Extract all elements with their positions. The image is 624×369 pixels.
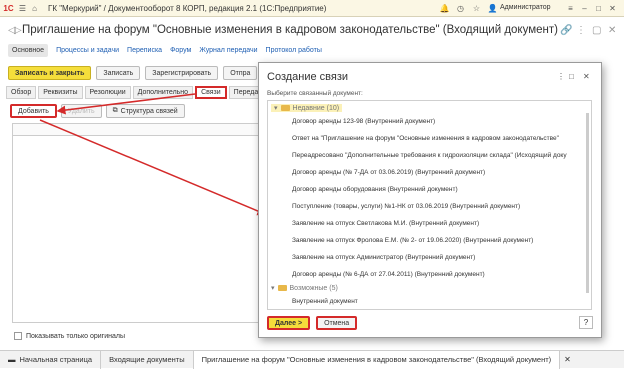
- dialog-more-icon[interactable]: ⋮: [557, 72, 565, 81]
- dialog-hint: Выберите связанный документ:: [267, 90, 363, 97]
- list-item[interactable]: Внутренний документ: [292, 298, 358, 305]
- list-item[interactable]: Ответ на "Приглашение на форум "Основные…: [292, 135, 559, 142]
- group-possible-label: Возможные (5): [289, 284, 338, 292]
- folder-icon: [277, 285, 287, 291]
- dialog-maximize-icon[interactable]: □: [569, 72, 574, 81]
- cancel-button[interactable]: Отмена: [316, 316, 358, 330]
- dialog-close-icon[interactable]: ✕: [583, 72, 590, 81]
- collapse-icon: ▾: [271, 285, 275, 292]
- group-recent[interactable]: ▾ Недавние (10): [271, 104, 343, 112]
- arrow-to-add: [56, 93, 196, 115]
- dialog-buttons: Далее > Отмена: [267, 316, 358, 330]
- create-link-dialog: Создание связи ⋮ □ ✕ Выберите связанный …: [258, 62, 602, 338]
- list-item[interactable]: Договор аренды (№ 6-ДА от 27.04.2011) (В…: [292, 271, 485, 278]
- arrow-to-dialog: [39, 119, 267, 216]
- list-item[interactable]: Договор аренды 123-98 (Внутренний докуме…: [292, 118, 435, 125]
- collapse-icon: ▾: [274, 105, 278, 112]
- folder-icon: [280, 105, 290, 111]
- document-tree: ▾ Недавние (10) Договор аренды 123-98 (В…: [267, 100, 592, 310]
- group-recent-label: Недавние (10): [292, 104, 340, 112]
- list-item[interactable]: Договор аренды (№ 7-ДА от 03.06.2019) (В…: [292, 169, 485, 176]
- list-item[interactable]: Заявление на отпуск Администратор (Внутр…: [292, 254, 475, 261]
- list-item[interactable]: Договор аренды оборудования (Внутренний …: [292, 186, 458, 193]
- list-item[interactable]: Переадресовано "Дополнительные требовани…: [292, 152, 567, 159]
- group-possible[interactable]: ▾ Возможные (5): [271, 284, 338, 293]
- next-button[interactable]: Далее >: [267, 316, 311, 330]
- list-item[interactable]: Заявление на отпуск Светлакова М.И. (Вну…: [292, 220, 479, 227]
- dialog-title: Создание связи: [267, 71, 349, 83]
- list-item[interactable]: Поступление (товары, услуги) №1-НК от 03…: [292, 203, 520, 210]
- scrollbar[interactable]: [586, 113, 589, 293]
- help-button[interactable]: ?: [579, 316, 593, 329]
- list-item[interactable]: Заявление на отпуск Фролова Е.М. (№ 2- о…: [292, 237, 533, 244]
